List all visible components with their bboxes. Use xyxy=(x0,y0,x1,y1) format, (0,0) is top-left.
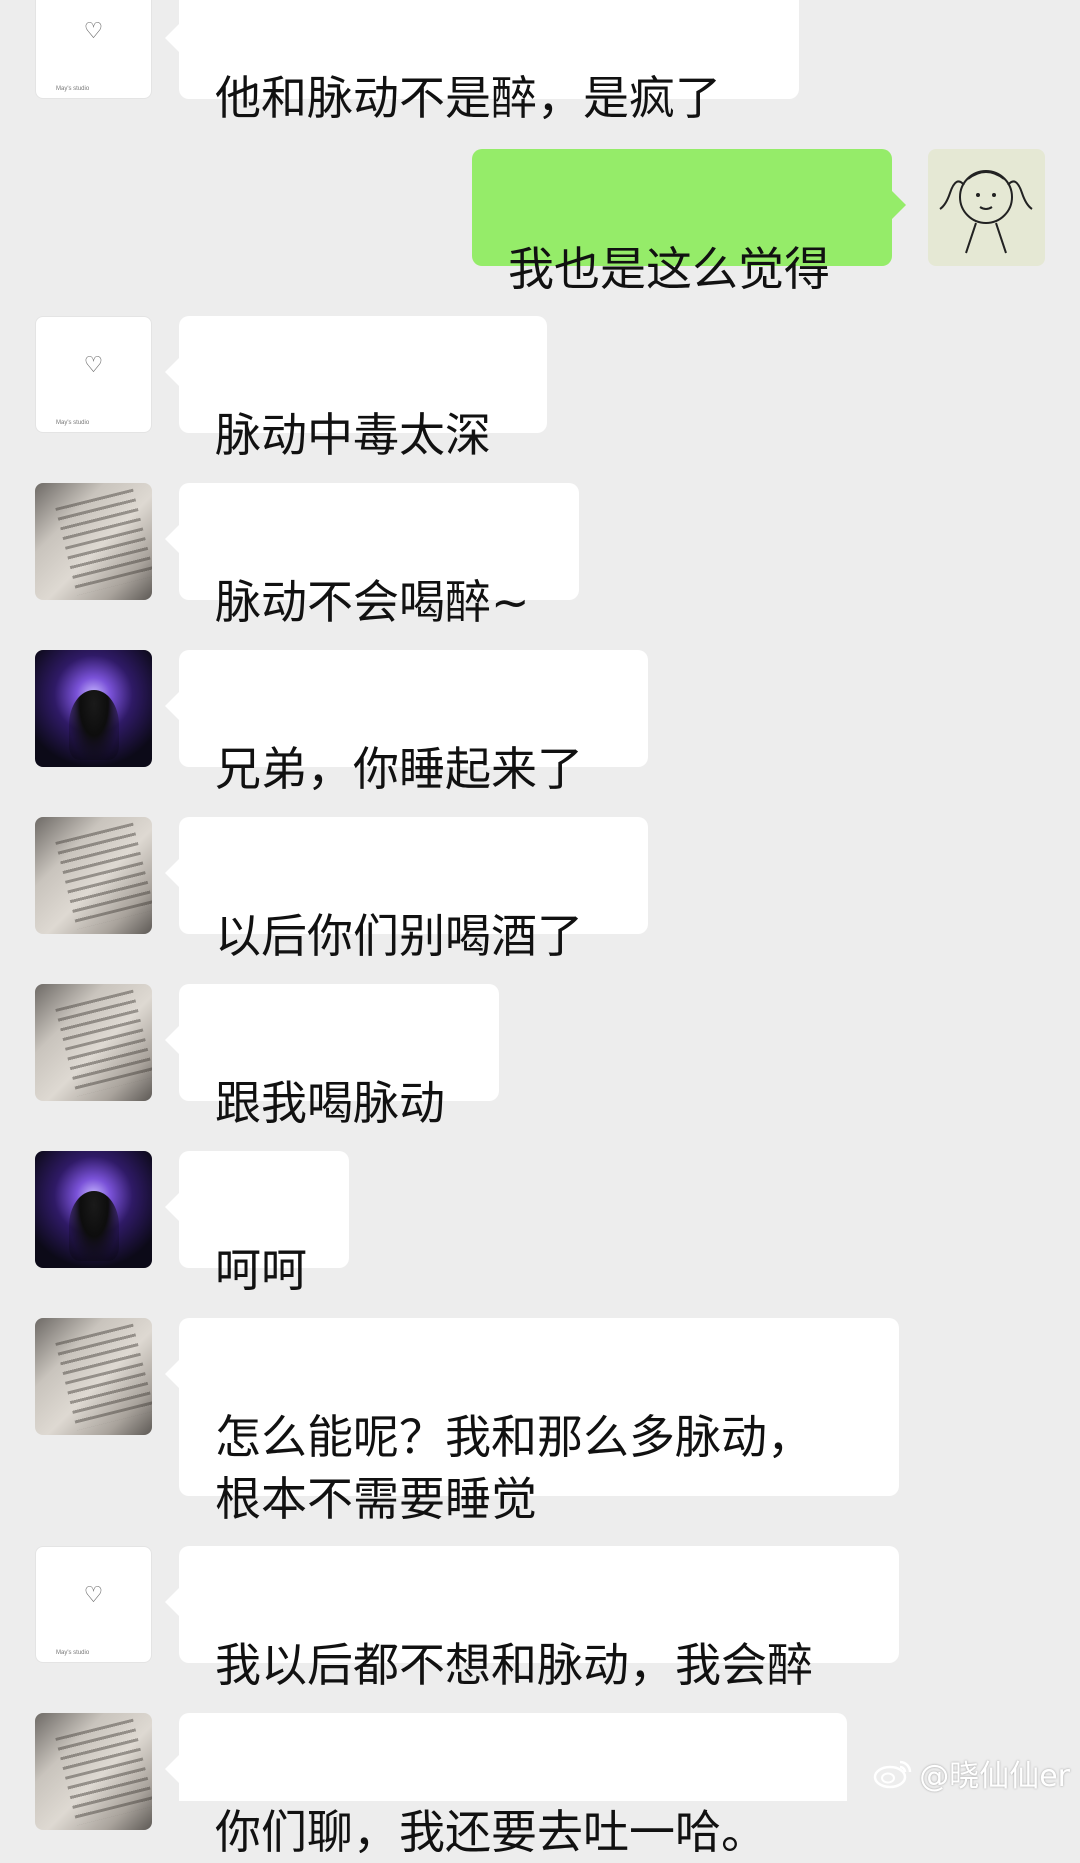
watermark-text: @晓仙仙er xyxy=(919,1759,1070,1794)
message-bubble[interactable]: 脉动不会喝醉~ xyxy=(165,483,579,629)
avatar[interactable]: ♡ May's studio xyxy=(35,1546,152,1663)
avatar-brand-text: May's studio xyxy=(56,420,90,426)
hooded-figure-image xyxy=(69,1191,119,1261)
chat-message-list: ♡ May's studio 他和脉动不是醉，是疯了 我也是这么觉得 ♡ May… xyxy=(0,0,1080,1859)
watermark: @晓仙仙er xyxy=(873,1751,1070,1795)
message-bubble[interactable]: 跟我喝脉动 xyxy=(165,984,499,1130)
avatar[interactable] xyxy=(35,650,152,767)
message-text: 以后你们别喝酒了 xyxy=(215,909,583,963)
avatar[interactable] xyxy=(35,1318,152,1435)
book-page-image xyxy=(55,488,152,596)
message-text: 脉动中毒太深 xyxy=(215,408,491,462)
message-text: 我也是这么觉得 xyxy=(508,242,830,296)
avatar[interactable] xyxy=(35,817,152,934)
avatar[interactable] xyxy=(35,1151,152,1268)
message-text: 兄弟，你睡起来了 xyxy=(215,742,583,796)
book-page-image xyxy=(55,1323,152,1431)
avatar[interactable] xyxy=(35,984,152,1101)
message-bubble[interactable]: 怎么能呢？我和那么多脉动， 根本不需要睡觉 xyxy=(165,1318,899,1526)
message-text: 脉动不会喝醉~ xyxy=(215,575,530,629)
book-page-image xyxy=(55,822,152,930)
message-text: 你们聊，我还要去吐一哈。 xyxy=(215,1805,767,1859)
message-text: 我以后都不想和脉动，我会醉 xyxy=(215,1638,813,1692)
avatar[interactable]: ♡ May's studio xyxy=(35,316,152,433)
heart-icon: ♡ xyxy=(83,1583,104,1608)
message-bubble[interactable]: 我以后都不想和脉动，我会醉 xyxy=(165,1546,899,1692)
message-bubble[interactable]: 呵呵 xyxy=(165,1151,349,1297)
weibo-icon xyxy=(873,1760,912,1789)
message-row: 你们聊，我还要去吐一哈。 xyxy=(0,0,1080,1859)
message-bubble[interactable]: 脉动中毒太深 xyxy=(165,316,547,462)
book-page-image xyxy=(55,989,152,1097)
avatar-brand-text: May's studio xyxy=(56,1650,90,1656)
message-text: 跟我喝脉动 xyxy=(215,1076,445,1130)
book-page-image xyxy=(55,1718,152,1826)
heart-icon: ♡ xyxy=(83,353,104,378)
message-text: 怎么能呢？我和那么多脉动， 根本不需要睡觉 xyxy=(215,1410,813,1526)
avatar[interactable] xyxy=(35,483,152,600)
message-bubble[interactable]: 以后你们别喝酒了 xyxy=(165,817,648,963)
avatar[interactable] xyxy=(35,1713,152,1830)
message-bubble[interactable]: 我也是这么觉得 xyxy=(472,149,906,296)
message-text: 呵呵 xyxy=(215,1243,307,1297)
message-bubble[interactable]: 你们聊，我还要去吐一哈。 xyxy=(165,1713,847,1859)
message-bubble[interactable]: 兄弟，你睡起来了 xyxy=(165,650,648,796)
avatar[interactable] xyxy=(928,149,1045,266)
hooded-figure-image xyxy=(69,690,119,760)
sketch-face-icon xyxy=(939,170,1033,254)
